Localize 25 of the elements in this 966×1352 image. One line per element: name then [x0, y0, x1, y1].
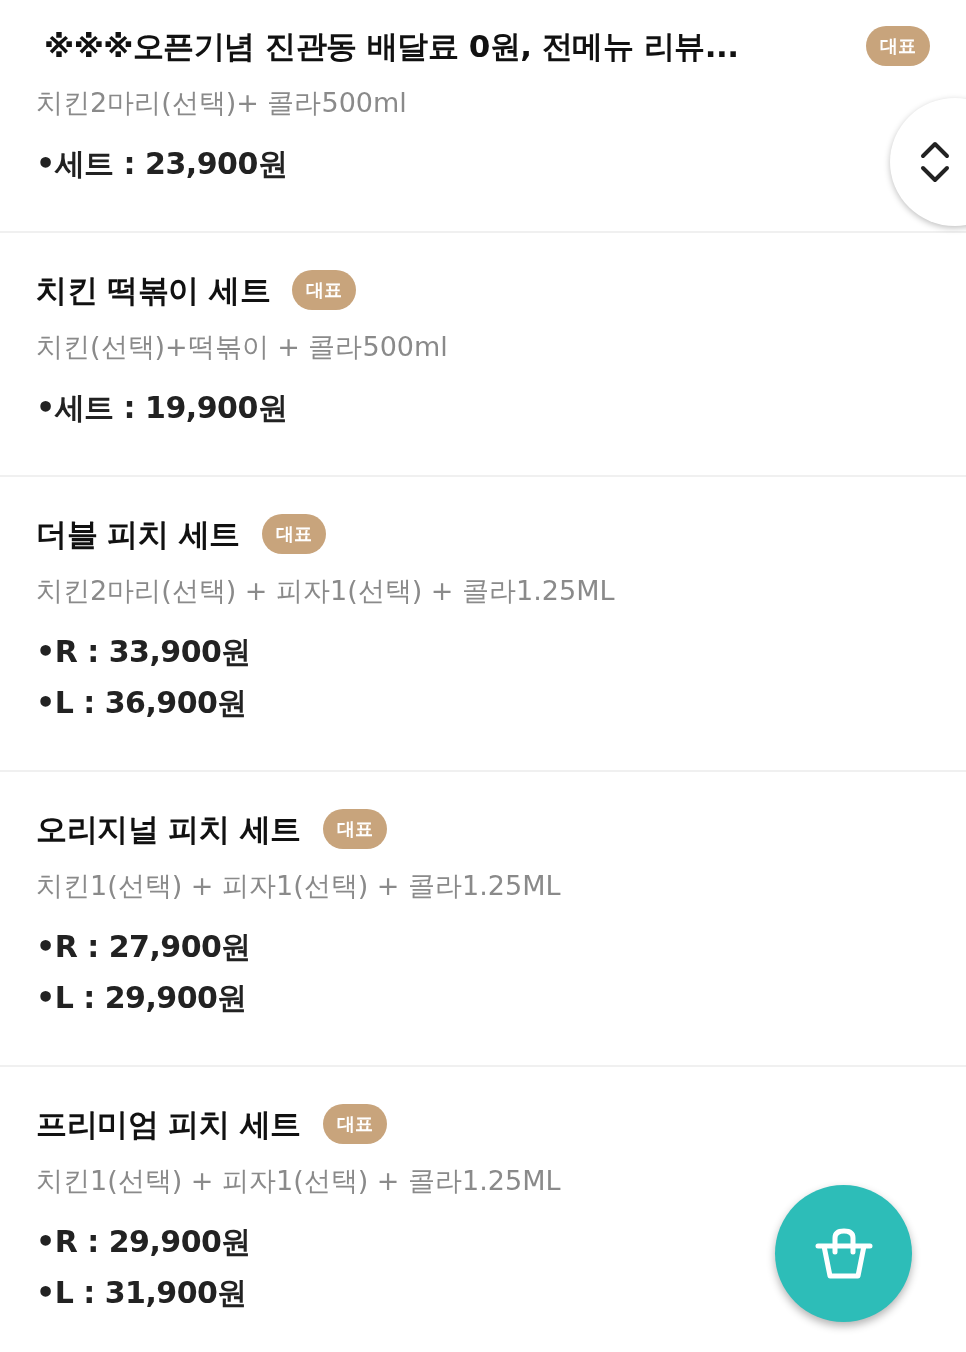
- price-line: •세트 : 19,900원: [36, 389, 288, 427]
- menu-item-title[interactable]: 더블 피치 세트: [36, 510, 240, 558]
- menu-item-description: 치킨1(선택) + 피자1(선택) + 콜라1.25ML: [36, 1164, 562, 1198]
- price-line: •R : 33,900원: [36, 633, 251, 671]
- representative-badge: 대표: [322, 1104, 387, 1144]
- basket-icon: [814, 1227, 873, 1280]
- price-line: •L : 29,900원: [36, 979, 247, 1017]
- menu-item-title[interactable]: ※※※오픈기념 진관동 배달료 0원, 전메뉴 리뷰...: [44, 22, 739, 70]
- price-line: •세트 : 23,900원: [36, 145, 288, 183]
- price-line: •L : 36,900원: [36, 684, 247, 722]
- menu-item-description: 치킨1(선택) + 피자1(선택) + 콜라1.25ML: [36, 869, 562, 903]
- menu-item-description: 치킨(선택)+떡볶이 + 콜라500ml: [36, 330, 449, 364]
- menu-item-title[interactable]: 오리지널 피치 세트: [36, 805, 301, 853]
- price-line: •L : 31,900원: [36, 1274, 247, 1312]
- representative-badge: 대표: [261, 514, 326, 554]
- menu-item-description: 치킨2마리(선택) + 피자1(선택) + 콜라1.25ML: [36, 574, 616, 608]
- representative-badge: 대표: [866, 26, 930, 66]
- representative-badge: 대표: [322, 809, 387, 849]
- up-down-chevron-icon: [920, 140, 950, 184]
- menu-item-title[interactable]: 치킨 떡볶이 세트: [36, 266, 271, 314]
- menu-item-description: 치킨2마리(선택)+ 콜라500ml: [36, 86, 408, 120]
- price-line: •R : 29,900원: [36, 1223, 251, 1261]
- price-line: •R : 27,900원: [36, 928, 251, 966]
- representative-badge: 대표: [292, 270, 357, 310]
- menu-item-title[interactable]: 프리미엄 피치 세트: [36, 1100, 301, 1148]
